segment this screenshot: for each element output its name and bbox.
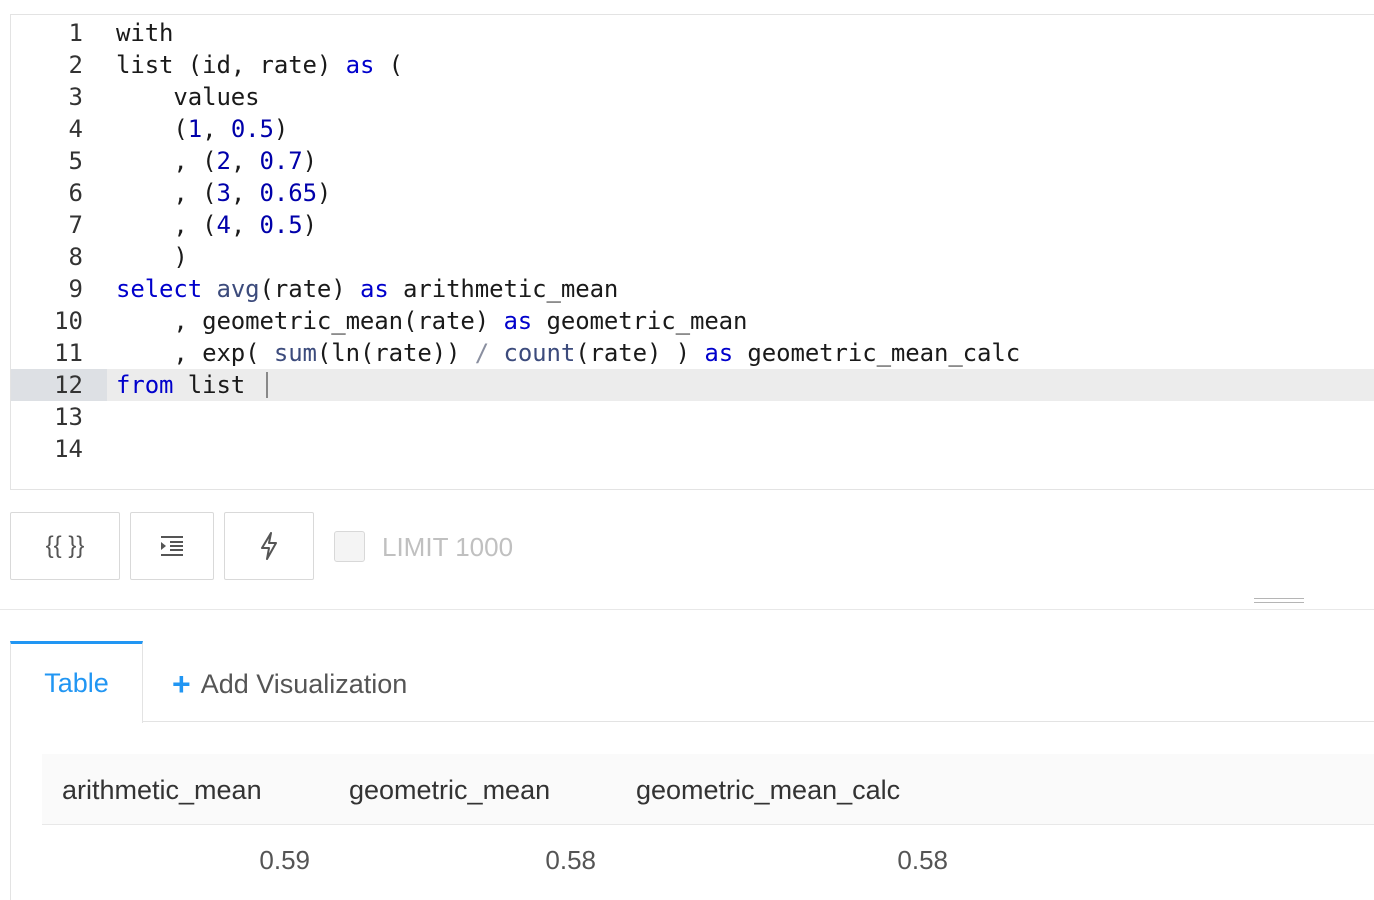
- code-line: ): [116, 243, 188, 271]
- editor-line: 11 , exp( sum(ln(rate)) / count(rate) ) …: [11, 337, 1374, 369]
- code-line: , (2, 0.7): [116, 147, 317, 175]
- line-number: 7: [68, 211, 83, 239]
- code-line: values: [116, 83, 260, 111]
- add-visualization-button[interactable]: + Add Visualization: [172, 662, 407, 706]
- table-cell: 0.58: [897, 845, 948, 875]
- code-line: select avg(rate) as arithmetic_mean: [116, 275, 619, 303]
- autocomplete-toggle-button[interactable]: [224, 512, 314, 580]
- line-number: 13: [54, 403, 83, 431]
- parameter-braces-icon: {{ }}: [45, 532, 85, 559]
- code-line: list (id, rate) as (: [116, 51, 403, 79]
- limit-label: LIMIT 1000: [382, 532, 514, 562]
- line-number: 1: [68, 19, 83, 47]
- code-line: , (3, 0.65): [116, 179, 332, 207]
- code-line: , geometric_mean(rate) as geometric_mean: [116, 307, 748, 335]
- editor-line: 5 , (2, 0.7): [11, 145, 1374, 177]
- code-line: , exp( sum(ln(rate)) / count(rate) ) as …: [116, 339, 1021, 367]
- line-number: 14: [54, 435, 83, 463]
- column-header-geometric-mean-calc[interactable]: geometric_mean_calc: [636, 754, 900, 826]
- editor-active-line: 12 from list: [11, 369, 1374, 401]
- line-number: 12: [11, 369, 107, 401]
- line-number: 11: [54, 339, 83, 367]
- tab-table[interactable]: Table: [10, 641, 143, 723]
- line-number: 2: [68, 51, 83, 79]
- text-cursor: [265, 372, 268, 398]
- line-number: 4: [68, 115, 83, 143]
- code-line: , (4, 0.5): [116, 211, 317, 239]
- line-number: 9: [68, 275, 83, 303]
- tabs-border: [142, 721, 1374, 722]
- table-cell: 0.58: [545, 845, 596, 875]
- resize-handle[interactable]: [1254, 598, 1304, 604]
- add-visualization-label: Add Visualization: [200, 668, 408, 699]
- line-number: 3: [68, 83, 83, 111]
- section-divider: [0, 609, 1374, 610]
- editor-line: 13: [11, 401, 1374, 433]
- line-number: 10: [54, 307, 83, 335]
- panel-border: [10, 722, 11, 900]
- results-table-header: arithmetic_mean geometric_mean geometric…: [42, 754, 1374, 825]
- add-parameter-button[interactable]: {{ }}: [10, 512, 120, 580]
- format-query-button[interactable]: [130, 512, 214, 580]
- line-number: 6: [68, 179, 83, 207]
- editor-line: 2 list (id, rate) as (: [11, 49, 1374, 81]
- editor-line: 14: [11, 433, 1374, 465]
- code-line: (1, 0.5): [116, 115, 289, 143]
- indent-icon: [161, 536, 183, 556]
- code-line: with: [116, 19, 174, 47]
- code-line: from list: [116, 369, 268, 401]
- line-number: 8: [68, 243, 83, 271]
- limit-checkbox[interactable]: [334, 531, 365, 562]
- editor-line: 4 (1, 0.5): [11, 113, 1374, 145]
- editor-line: 7 , (4, 0.5): [11, 209, 1374, 241]
- editor-line: 9 select avg(rate) as arithmetic_mean: [11, 273, 1374, 305]
- editor-line: 1 with: [11, 17, 1374, 49]
- editor-line: 6 , (3, 0.65): [11, 177, 1374, 209]
- editor-line: 8 ): [11, 241, 1374, 273]
- sql-editor[interactable]: 1 with 2 list (id, rate) as ( 3 values 4…: [10, 14, 1374, 490]
- editor-line: 10 , geometric_mean(rate) as geometric_m…: [11, 305, 1374, 337]
- editor-line: 3 values: [11, 81, 1374, 113]
- table-cell: 0.59: [259, 845, 310, 875]
- lightning-icon: [261, 532, 277, 560]
- column-header-arithmetic-mean[interactable]: arithmetic_mean: [62, 754, 262, 826]
- line-number: 5: [68, 147, 83, 175]
- tab-table-label: Table: [44, 668, 109, 698]
- plus-icon: +: [172, 666, 191, 702]
- column-header-geometric-mean[interactable]: geometric_mean: [349, 754, 550, 826]
